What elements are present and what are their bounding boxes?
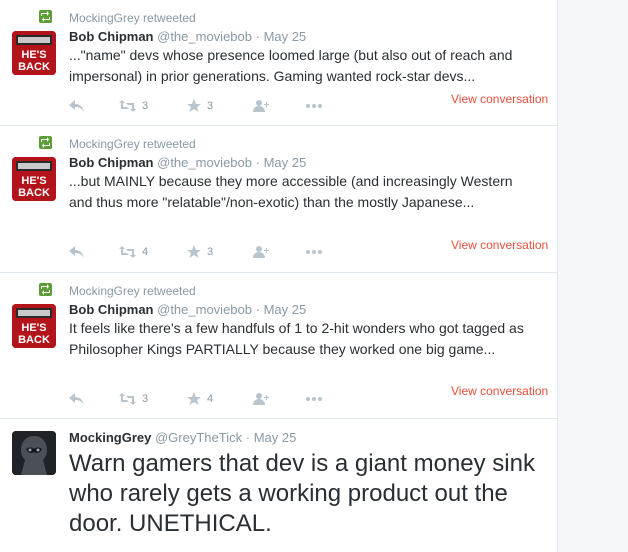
more-button[interactable] <box>306 244 322 260</box>
favorite-count: 4 <box>207 393 214 405</box>
tweet-text: It feels like there's a few handfuls of … <box>69 320 524 357</box>
tweet-text: ..."name" devs whose presence loomed lar… <box>69 47 513 84</box>
follow-button[interactable] <box>253 98 270 114</box>
svg-text:HE'S: HE'S <box>21 175 46 187</box>
follow-button[interactable] <box>253 244 270 260</box>
author-handle[interactable]: @GreyTheTick <box>155 430 242 445</box>
avatar-image: HE'S BACK <box>12 304 56 348</box>
retweet-count: 3 <box>142 100 149 112</box>
author-name[interactable]: Bob Chipman <box>69 29 154 44</box>
tweet[interactable]: MockingGrey retweeted HE'S BACK Bob Chip… <box>0 0 557 126</box>
svg-text:BACK: BACK <box>18 61 50 73</box>
tweet[interactable]: MockingGrey @GreyTheTick · May 25 Warn g… <box>0 419 557 552</box>
author-name[interactable]: Bob Chipman <box>69 155 154 170</box>
retweet-button[interactable]: 3 <box>119 98 148 114</box>
retweeted-by-label: MockingGrey retweeted <box>69 137 196 151</box>
follow-icon <box>253 393 269 405</box>
retweet-icon <box>39 283 52 296</box>
author-name[interactable]: MockingGrey <box>69 430 151 445</box>
follow-icon <box>253 100 269 112</box>
tweet-actions: 3 3 <box>69 98 329 114</box>
retweet-button[interactable]: 3 <box>119 391 148 407</box>
retweeted-by-label: MockingGrey retweeted <box>69 284 196 298</box>
reply-icon <box>69 246 84 258</box>
retweet-count: 4 <box>142 246 149 258</box>
avatar[interactable]: HE'S BACK <box>12 31 56 75</box>
reply-button[interactable] <box>69 391 84 407</box>
author-handle[interactable]: @the_moviebob <box>157 302 252 317</box>
timeline: MockingGrey retweeted HE'S BACK Bob Chip… <box>0 0 557 552</box>
timestamp[interactable]: May 25 <box>264 29 307 44</box>
reply-button[interactable] <box>69 98 84 114</box>
follow-button[interactable] <box>253 391 270 407</box>
svg-text:BACK: BACK <box>18 187 50 199</box>
favorite-count: 3 <box>207 100 214 112</box>
retweet-icon <box>39 10 52 23</box>
more-button[interactable] <box>306 391 322 407</box>
svg-text:BACK: BACK <box>18 334 50 346</box>
retweet-icon <box>39 136 52 149</box>
favorite-count: 3 <box>207 246 214 258</box>
author-handle[interactable]: @the_moviebob <box>157 155 252 170</box>
timestamp[interactable]: May 25 <box>264 155 307 170</box>
avatar[interactable]: HE'S BACK <box>12 304 56 348</box>
view-conversation-link[interactable]: View conversation <box>451 384 548 398</box>
tweet-actions: 3 4 <box>69 391 329 407</box>
author-handle[interactable]: @the_moviebob <box>157 29 252 44</box>
tweet-header: Bob Chipman @the_moviebob · May 25 <box>69 155 306 170</box>
timestamp[interactable]: May 25 <box>264 302 307 317</box>
favorite-button[interactable]: 3 <box>187 244 213 260</box>
favorite-button[interactable]: 4 <box>187 391 213 407</box>
retweeted-by-label: MockingGrey retweeted <box>69 11 196 25</box>
avatar-image: HE'S BACK <box>12 31 56 75</box>
tweet-text: Warn gamers that dev is a giant money si… <box>69 450 535 537</box>
tweet[interactable]: MockingGrey retweeted HE'S BACK Bob Chip… <box>0 273 557 419</box>
follow-icon <box>253 246 269 258</box>
separator: · <box>255 302 260 317</box>
right-sidebar <box>557 0 628 552</box>
more-button[interactable] <box>306 98 322 114</box>
svg-text:HE'S: HE'S <box>21 322 46 334</box>
reply-icon <box>69 393 84 405</box>
svg-text:HE'S: HE'S <box>21 49 46 61</box>
avatar-image <box>12 431 56 475</box>
tweet-text: ...but MAINLY because they more accessib… <box>69 173 513 210</box>
avatar-image: HE'S BACK <box>12 157 56 201</box>
more-icon <box>306 250 322 254</box>
reply-icon <box>69 100 84 112</box>
tweet-header: Bob Chipman @the_moviebob · May 25 <box>69 302 306 317</box>
retweet-icon <box>119 246 136 258</box>
tweet-header: MockingGrey @GreyTheTick · May 25 <box>69 430 296 445</box>
retweet-icon <box>119 100 136 112</box>
favorite-button[interactable]: 3 <box>187 98 213 114</box>
reply-button[interactable] <box>69 244 84 260</box>
tweet-actions: 4 3 <box>69 244 329 260</box>
separator: · <box>245 430 251 445</box>
more-icon <box>306 104 322 108</box>
timestamp[interactable]: May 25 <box>254 430 297 445</box>
separator: · <box>255 29 260 44</box>
view-conversation-link[interactable]: View conversation <box>451 238 548 252</box>
retweet-icon <box>119 393 136 405</box>
retweet-button[interactable]: 4 <box>119 244 148 260</box>
favorite-icon <box>187 245 201 258</box>
favorite-icon <box>187 392 201 405</box>
avatar[interactable]: HE'S BACK <box>12 157 56 201</box>
tweet-header: Bob Chipman @the_moviebob · May 25 <box>69 29 306 44</box>
favorite-icon <box>187 99 201 112</box>
retweet-count: 3 <box>142 393 149 405</box>
view-conversation-link[interactable]: View conversation <box>451 92 548 106</box>
avatar[interactable] <box>12 431 56 475</box>
author-name[interactable]: Bob Chipman <box>69 302 154 317</box>
separator: · <box>255 155 260 170</box>
more-icon <box>306 397 322 401</box>
tweet[interactable]: MockingGrey retweeted HE'S BACK Bob Chip… <box>0 126 557 273</box>
